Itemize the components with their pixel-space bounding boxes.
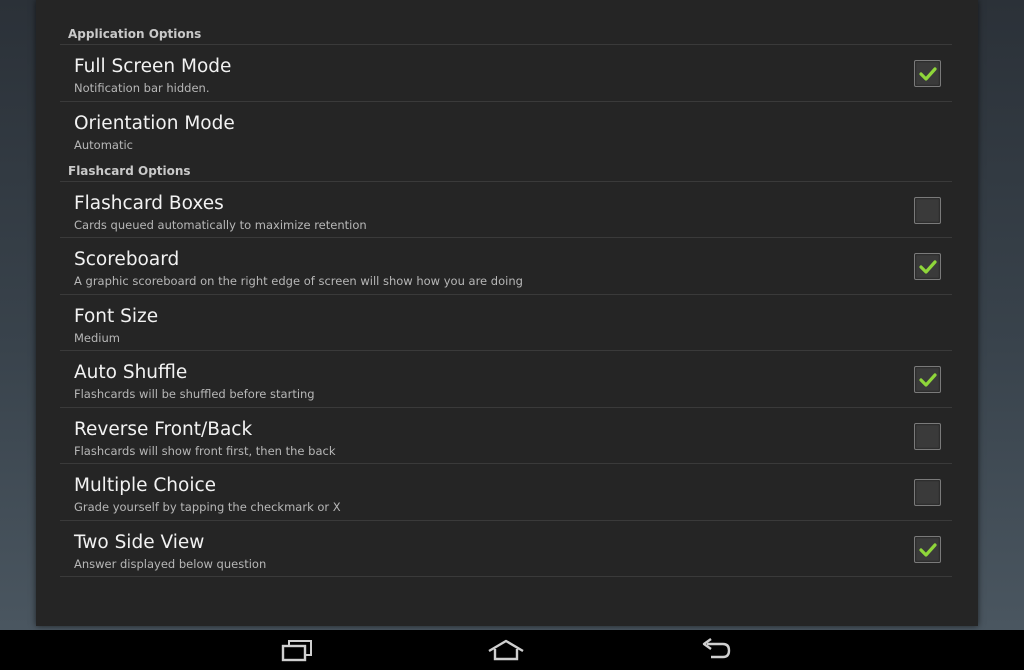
home-button[interactable]	[476, 636, 536, 664]
pref-title: Reverse Front/Back	[74, 418, 253, 440]
pref-full-screen-mode[interactable]: Full Screen Mode Notification bar hidden…	[60, 45, 952, 102]
pref-title: Scoreboard	[74, 249, 180, 270]
pref-summary: Notification bar hidden.	[74, 81, 210, 95]
checkmark-icon	[919, 67, 937, 81]
section-header-flashcard-options: Flashcard Options	[60, 159, 952, 182]
pref-title: Multiple Choice	[74, 475, 217, 496]
pref-title: Auto Shuffle	[74, 362, 188, 383]
pref-flashcard-boxes[interactable]: Flashcard Boxes Cards queued automatical…	[60, 182, 952, 238]
pref-title: Two Side View	[74, 531, 205, 553]
pref-title: Orientation Mode	[74, 112, 235, 134]
reverse-front-back-checkbox[interactable]	[914, 422, 941, 450]
back-icon	[702, 638, 731, 659]
pref-summary: Medium	[74, 330, 120, 345]
section-header-application-options: Application Options	[60, 22, 952, 45]
pref-auto-shuffle[interactable]: Auto Shuffle Flashcards will be shuffled…	[60, 351, 952, 408]
recent-apps-icon	[281, 640, 312, 662]
scoreboard-checkbox[interactable]	[914, 253, 941, 280]
flashcard-boxes-checkbox[interactable]	[914, 196, 941, 224]
checkmark-icon	[919, 373, 937, 387]
back-button[interactable]	[686, 636, 746, 664]
pref-font-size[interactable]: Font Size Medium	[60, 295, 952, 351]
home-icon	[488, 639, 524, 661]
pref-summary: Cards queued automatically to maximize r…	[74, 217, 367, 232]
full-screen-mode-checkbox[interactable]	[914, 60, 941, 87]
pref-title: Font Size	[74, 305, 159, 327]
settings-panel: Application Options Full Screen Mode Not…	[36, 0, 978, 626]
checkmark-icon	[919, 542, 937, 557]
pref-summary: Grade yourself by tapping the checkmark …	[74, 500, 341, 514]
two-side-view-checkbox[interactable]	[914, 535, 941, 563]
pref-reverse-front-back[interactable]: Reverse Front/Back Flashcards will show …	[60, 408, 952, 464]
pref-summary: Flashcards will be shuffled before start…	[74, 387, 315, 401]
pref-multiple-choice[interactable]: Multiple Choice Grade yourself by tappin…	[60, 464, 952, 521]
system-navigation-bar	[0, 630, 1024, 670]
multiple-choice-checkbox[interactable]	[914, 479, 941, 506]
pref-two-side-view[interactable]: Two Side View Answer displayed below que…	[60, 521, 952, 577]
recent-apps-button[interactable]	[267, 636, 327, 664]
auto-shuffle-checkbox[interactable]	[914, 366, 941, 393]
pref-summary: A graphic scoreboard on the right edge o…	[74, 274, 523, 288]
pref-orientation-mode[interactable]: Orientation Mode Automatic	[60, 102, 952, 159]
preferences-list: Application Options Full Screen Mode Not…	[60, 22, 952, 577]
pref-title: Flashcard Boxes	[74, 192, 224, 214]
pref-summary: Automatic	[74, 137, 133, 152]
pref-summary: Answer displayed below question	[74, 556, 267, 571]
checkmark-icon	[919, 260, 937, 274]
pref-scoreboard[interactable]: Scoreboard A graphic scoreboard on the r…	[60, 238, 952, 295]
pref-title: Full Screen Mode	[74, 56, 232, 77]
pref-summary: Flashcards will show front first, then t…	[74, 443, 336, 458]
